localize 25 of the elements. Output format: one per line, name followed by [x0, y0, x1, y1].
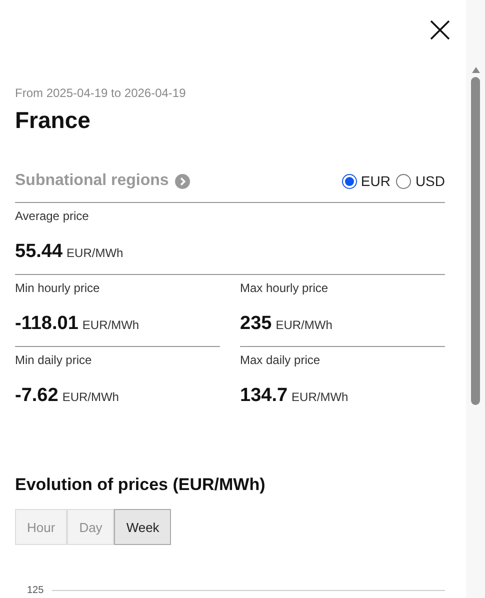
stat-label: Max hourly price [240, 281, 330, 295]
granularity-tab[interactable]: Week [114, 509, 172, 545]
stat-unit: EUR/MWh [276, 318, 332, 332]
stat-value: -118.01 [15, 313, 78, 335]
stat-label: Max daily price [240, 353, 322, 367]
currency-radio[interactable]: USD [396, 173, 445, 189]
stat-label: Average price [15, 209, 90, 223]
stat-value: 134.7 [240, 385, 288, 407]
stat-label: Min hourly price [15, 281, 101, 295]
stat-unit: EUR/MWh [66, 246, 124, 260]
country-title: France [15, 107, 92, 134]
stat-unit: EUR/MWh [292, 390, 348, 404]
stat-label: Min daily price [15, 353, 93, 367]
axis-tick-label: 125 [27, 585, 44, 596]
stat-unit: EUR/MWh [62, 390, 119, 404]
scroll-up-arrow-icon[interactable] [472, 67, 480, 73]
section-heading: Evolution of prices (EUR/MWh) [15, 475, 266, 495]
currency-radio[interactable]: EUR [342, 173, 390, 189]
stat-unit: EUR/MWh [82, 318, 140, 332]
stat-value: -7.62 [15, 385, 58, 407]
stat-value: 55.44 [15, 241, 63, 263]
date-range: From 2025-04-19 to 2026-04-19 [15, 86, 187, 100]
chevron-right-icon[interactable] [174, 174, 190, 188]
close-icon[interactable] [430, 20, 450, 40]
stat-value: 235 [240, 313, 272, 335]
